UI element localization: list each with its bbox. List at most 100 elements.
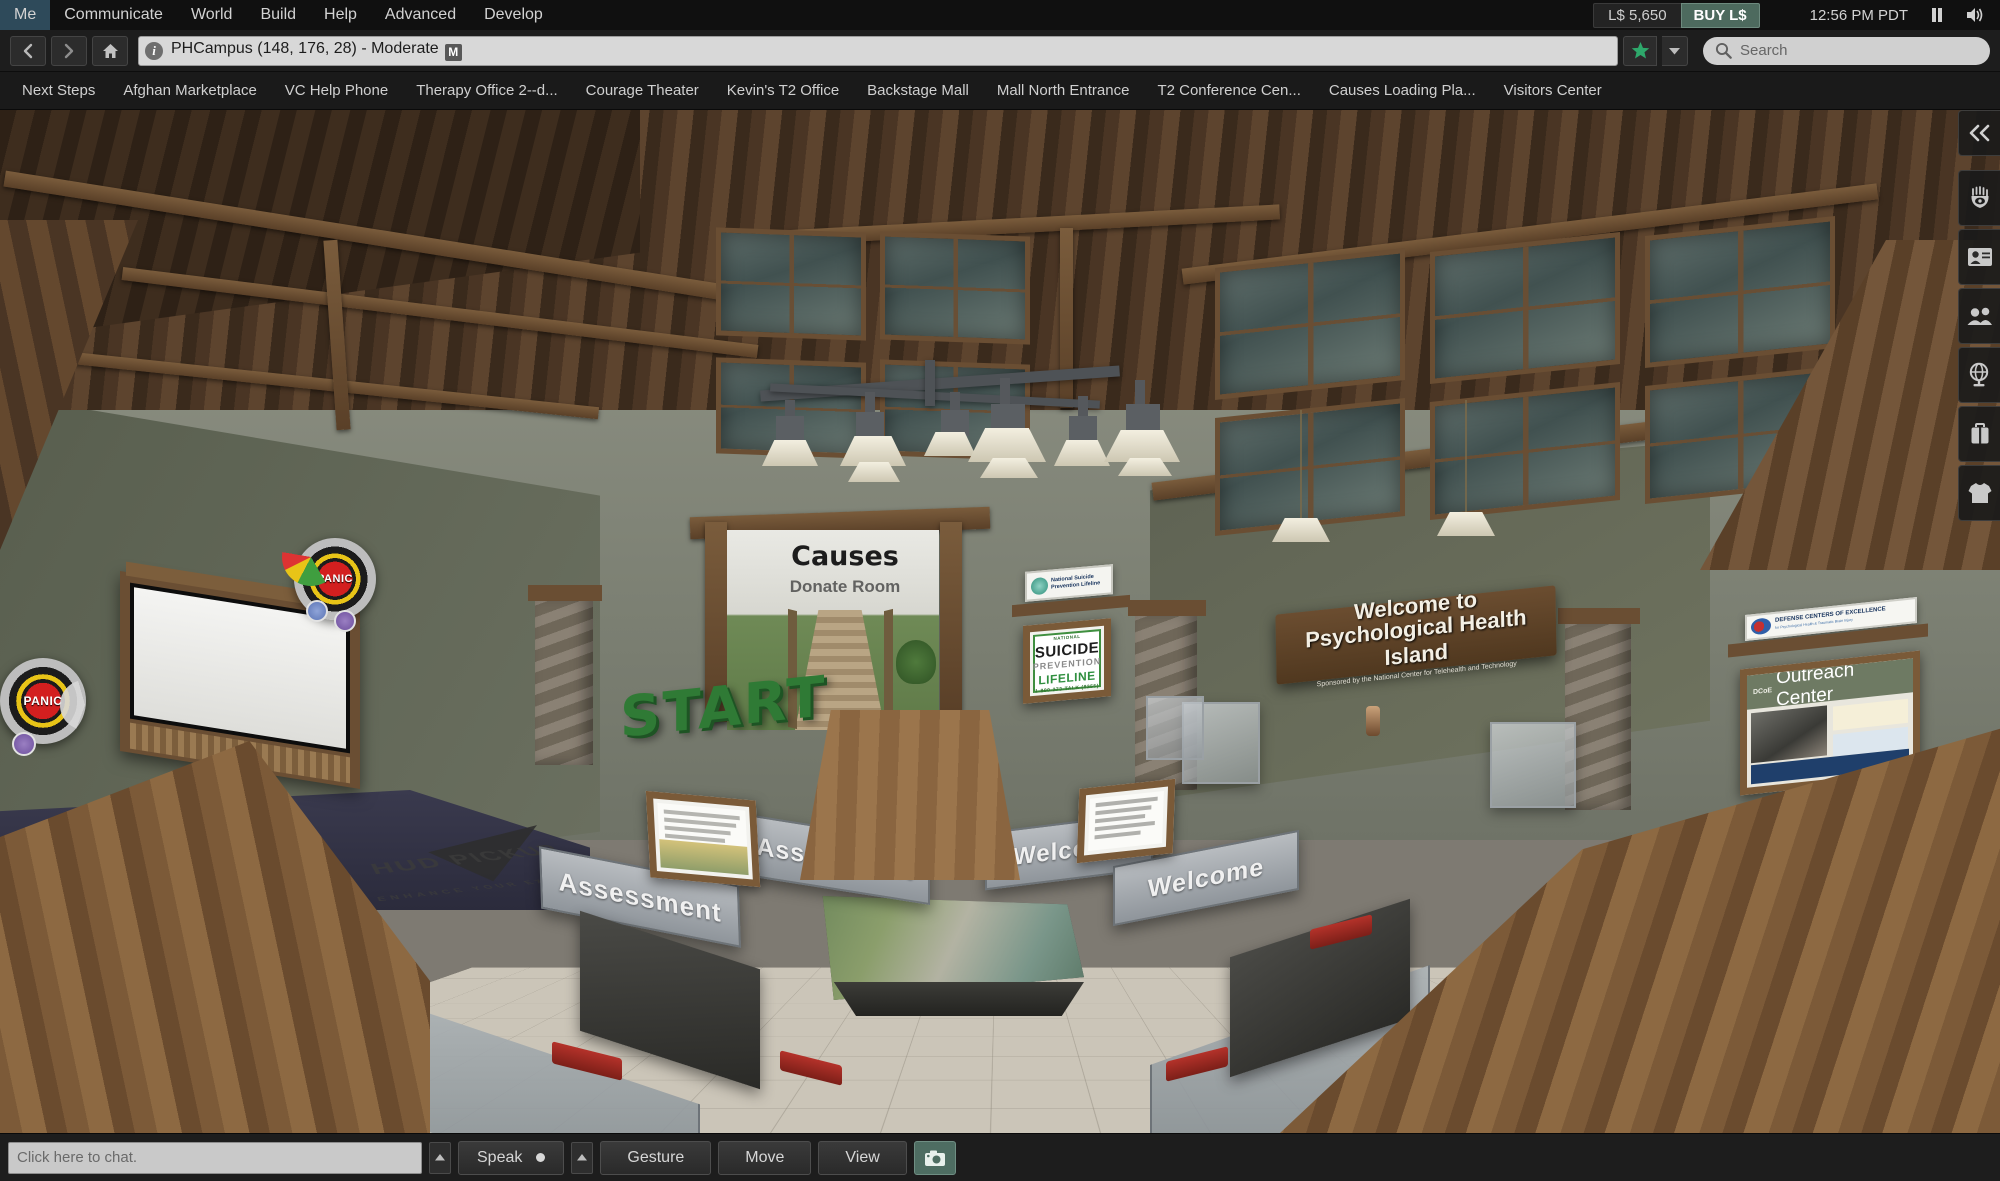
favorite-courage-theater[interactable]: Courage Theater	[572, 72, 713, 109]
gesture-button[interactable]: Gesture	[600, 1140, 712, 1175]
window	[716, 227, 866, 341]
sidebar-item-appearance[interactable]	[1958, 465, 2000, 521]
bottom-toolbar: Click here to chat. Speak Gesture Move V…	[0, 1133, 2000, 1181]
menu-bar: Me Communicate World Build Help Advanced…	[0, 0, 2000, 30]
maturity-badge: M	[444, 43, 462, 61]
favorite-vc-help-phone[interactable]: VC Help Phone	[271, 72, 402, 109]
lamp-housing	[1126, 404, 1160, 434]
light-truss-vertical	[925, 360, 935, 406]
display-case[interactable]	[1490, 722, 1576, 808]
sidebar-item-people[interactable]	[1958, 288, 2000, 344]
search-input[interactable]: Search	[1740, 42, 1788, 59]
clock: 12:56 PM PDT	[1809, 6, 1908, 24]
lamp-housing	[1069, 416, 1097, 442]
view-button[interactable]: View	[818, 1140, 907, 1175]
add-favorite-button[interactable]	[1623, 35, 1657, 66]
speaker-icon[interactable]	[1966, 7, 1986, 23]
home-button[interactable]	[92, 35, 128, 66]
double-chevron-left-icon	[1969, 124, 1989, 142]
causes-sign[interactable]: Causes	[770, 538, 920, 574]
panic-hud-left-dial	[60, 680, 110, 730]
sidebar-item-profile[interactable]	[1958, 229, 2000, 285]
pillar-cap	[528, 585, 602, 601]
snapshot-button[interactable]	[913, 1140, 956, 1175]
rafter-post	[1060, 228, 1073, 408]
pillar-cap	[1558, 608, 1640, 624]
linden-balance[interactable]: L$ 5,650	[1593, 2, 1681, 28]
move-button[interactable]: Move	[718, 1140, 812, 1175]
favorites-bar: Next Steps Afghan Marketplace VC Help Ph…	[0, 72, 2000, 110]
menu-item-me[interactable]: Me	[0, 0, 51, 30]
info-icon[interactable]: i	[145, 41, 163, 60]
menu-item-develop[interactable]: Develop	[470, 0, 557, 30]
world-viewport-3d[interactable]: Causes Donate Room PANIC PANIC START HUD…	[0, 110, 2000, 1133]
sidebar-item-places[interactable]	[1958, 347, 2000, 403]
suicide-prevention-lifeline-poster[interactable]: NATIONAL SUICIDE PREVENTION LIFELINE 1-8…	[1023, 618, 1111, 704]
speak-options-button[interactable]	[571, 1141, 594, 1174]
right-side-toolbar	[1954, 110, 2000, 524]
back-button[interactable]	[10, 35, 46, 66]
menu-item-build[interactable]: Build	[246, 0, 310, 30]
menu-item-communicate[interactable]: Communicate	[50, 0, 177, 30]
lamp-cord	[1300, 410, 1302, 520]
suitcase-icon	[1971, 423, 1988, 444]
speak-label: Speak	[477, 1148, 523, 1166]
dcoe-logo-icon	[1751, 617, 1771, 636]
location-value: PHCampus (148, 176, 28) - Moderate	[171, 40, 439, 58]
search-box[interactable]: Search	[1703, 36, 1990, 65]
display-case[interactable]	[1146, 696, 1204, 760]
header-post-right	[940, 522, 962, 712]
kiosk-info-poster-right[interactable]	[1076, 778, 1176, 864]
search-icon	[1715, 42, 1732, 59]
camera-icon	[924, 1150, 945, 1166]
panic-hud-left-button[interactable]	[12, 732, 36, 756]
location-bar[interactable]: i PHCampus (148, 176, 28) - Moderate M	[138, 35, 1618, 66]
shirt-icon	[1968, 483, 1991, 503]
people-icon	[1967, 307, 1992, 325]
chat-placeholder: Click here to chat.	[17, 1149, 138, 1166]
menu-item-help[interactable]: Help	[310, 0, 371, 30]
causes-subtext: Donate Room	[789, 577, 901, 596]
favorite-t2-conference-center[interactable]: T2 Conference Cen...	[1143, 72, 1314, 109]
favorites-dropdown-button[interactable]	[1662, 35, 1688, 66]
sidebar-item-inventory[interactable]	[1958, 406, 2000, 462]
window	[1215, 398, 1405, 536]
forward-button[interactable]	[51, 35, 87, 66]
favorite-next-steps[interactable]: Next Steps	[8, 72, 109, 109]
favorite-backstage-mall[interactable]: Backstage Mall	[853, 72, 983, 109]
favorite-kevins-t2-office[interactable]: Kevin's T2 Office	[713, 72, 853, 109]
speak-button[interactable]: Speak	[458, 1140, 565, 1175]
navigation-bar: i PHCampus (148, 176, 28) - Moderate M Se…	[0, 30, 2000, 72]
pause-icon[interactable]	[1930, 7, 1944, 23]
favorite-therapy-office-2[interactable]: Therapy Office 2--d...	[402, 72, 571, 109]
window	[1645, 216, 1835, 368]
buy-linden-button[interactable]: BUY L$	[1680, 2, 1760, 28]
panic-hud-right-info-button[interactable]	[306, 600, 328, 622]
collapse-sidebar-button[interactable]	[1958, 110, 2000, 156]
lamp-cord	[1465, 400, 1467, 514]
menu-item-world[interactable]: World	[177, 0, 247, 30]
outreach-dcoe-label: DCoE	[1753, 686, 1773, 696]
globe-icon	[1969, 362, 1988, 387]
window	[1215, 248, 1405, 400]
stone-pillar	[535, 595, 593, 765]
small-avatar-figure[interactable]	[1366, 706, 1380, 736]
chat-history-button[interactable]	[429, 1141, 451, 1174]
lamp-housing	[856, 412, 884, 438]
menu-bar-status-area: L$ 5,650 BUY L$ 12:56 PM PDT	[1593, 2, 2000, 28]
favorite-visitors-center[interactable]: Visitors Center	[1490, 72, 1616, 109]
lifeline-logo-icon	[1031, 576, 1048, 595]
panic-hud-right-gauge	[282, 528, 340, 586]
favorite-afghan-marketplace[interactable]: Afghan Marketplace	[109, 72, 270, 109]
favorite-mall-north-entrance[interactable]: Mall North Entrance	[983, 72, 1144, 109]
chat-input[interactable]: Click here to chat.	[8, 1141, 422, 1174]
profile-card-icon	[1967, 248, 1992, 266]
virtual-world-scene: Causes Donate Room PANIC PANIC START HUD…	[0, 110, 2000, 1133]
sidebar-item-speak[interactable]	[1958, 170, 2000, 226]
lamp-housing	[776, 416, 804, 442]
favorite-causes-loading-plaza[interactable]: Causes Loading Pla...	[1315, 72, 1490, 109]
second-life-viewer-window: Me Communicate World Build Help Advanced…	[0, 0, 2000, 1181]
kiosk-info-poster-left[interactable]	[645, 790, 761, 888]
menu-item-advanced[interactable]: Advanced	[371, 0, 470, 30]
panic-hud-right-help-button[interactable]	[334, 610, 356, 632]
